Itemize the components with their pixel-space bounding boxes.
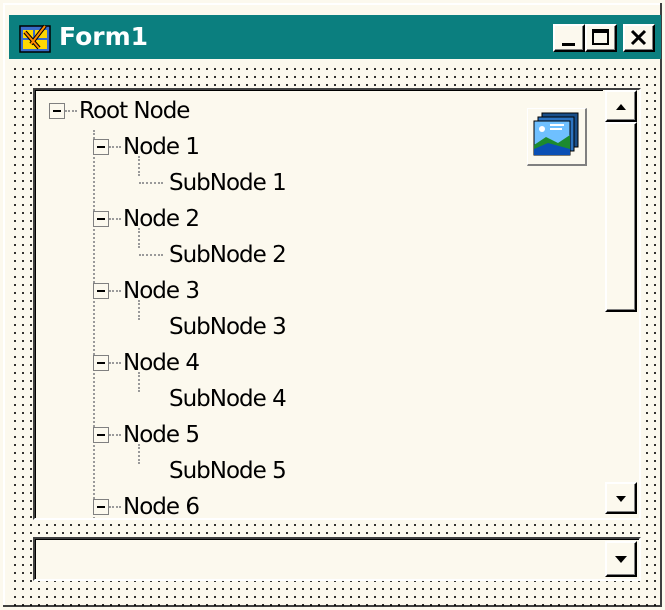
tree-connector [139, 254, 163, 256]
form-window: Form1 Root Node Node 1 SubNode 1 Node 2 … [0, 0, 665, 610]
tree-node-label: Node 3 [123, 278, 200, 304]
collapse-toggle-icon[interactable] [49, 103, 65, 119]
scroll-down-button[interactable] [605, 482, 637, 514]
tree-connector [93, 130, 95, 518]
tree-connector [139, 182, 163, 184]
tree-connector [109, 434, 121, 436]
tree-node-label: SubNode 5 [169, 458, 287, 484]
collapse-toggle-icon[interactable] [93, 139, 109, 155]
tree-connector [109, 146, 121, 148]
tree-node-label: Node 2 [123, 206, 200, 232]
app-form-icon[interactable] [19, 22, 53, 54]
tree-node-label: Node 4 [123, 350, 200, 376]
tree-node-label: Node 6 [123, 494, 200, 518]
tree-connector [65, 110, 77, 112]
tree-node-label: SubNode 3 [169, 314, 287, 340]
arrow-down-icon [616, 496, 626, 502]
collapse-toggle-icon[interactable] [93, 499, 109, 515]
maximize-button[interactable] [585, 24, 617, 52]
tree-content: Root Node Node 1 SubNode 1 Node 2 SubNod… [35, 90, 603, 518]
tree-node-label: SubNode 4 [169, 386, 287, 412]
title-bar[interactable]: Form1 [9, 15, 661, 59]
arrow-up-icon [616, 104, 626, 110]
imagelist-picture-icon[interactable] [527, 108, 587, 166]
combo-dropdown-button[interactable] [605, 541, 637, 577]
tree-node-label: Node 1 [123, 134, 200, 160]
tree-node-label: SubNode 2 [169, 242, 287, 268]
tree-node-label: Root Node [79, 98, 190, 124]
tree-connector [109, 362, 121, 364]
scroll-up-button[interactable] [605, 90, 637, 122]
tree-connector [109, 218, 121, 220]
scroll-thumb[interactable] [605, 122, 637, 312]
close-button[interactable] [623, 24, 655, 52]
collapse-toggle-icon[interactable] [93, 427, 109, 443]
tree-connector [109, 290, 121, 292]
tree-vertical-scrollbar[interactable] [603, 90, 639, 518]
maximize-icon [592, 29, 609, 45]
minimize-button[interactable] [553, 24, 585, 52]
chevron-down-icon [615, 556, 627, 563]
close-icon [630, 29, 647, 46]
collapse-toggle-icon[interactable] [93, 283, 109, 299]
window-title: Form1 [59, 22, 149, 51]
minimize-icon [562, 43, 575, 46]
tree-node-label: Node 5 [123, 422, 200, 448]
tree-connector [109, 506, 121, 508]
collapse-toggle-icon[interactable] [93, 355, 109, 371]
tree-node-label: SubNode 1 [169, 170, 287, 196]
combo-box[interactable] [33, 537, 641, 581]
collapse-toggle-icon[interactable] [93, 211, 109, 227]
tree-view[interactable]: Root Node Node 1 SubNode 1 Node 2 SubNod… [33, 88, 641, 520]
